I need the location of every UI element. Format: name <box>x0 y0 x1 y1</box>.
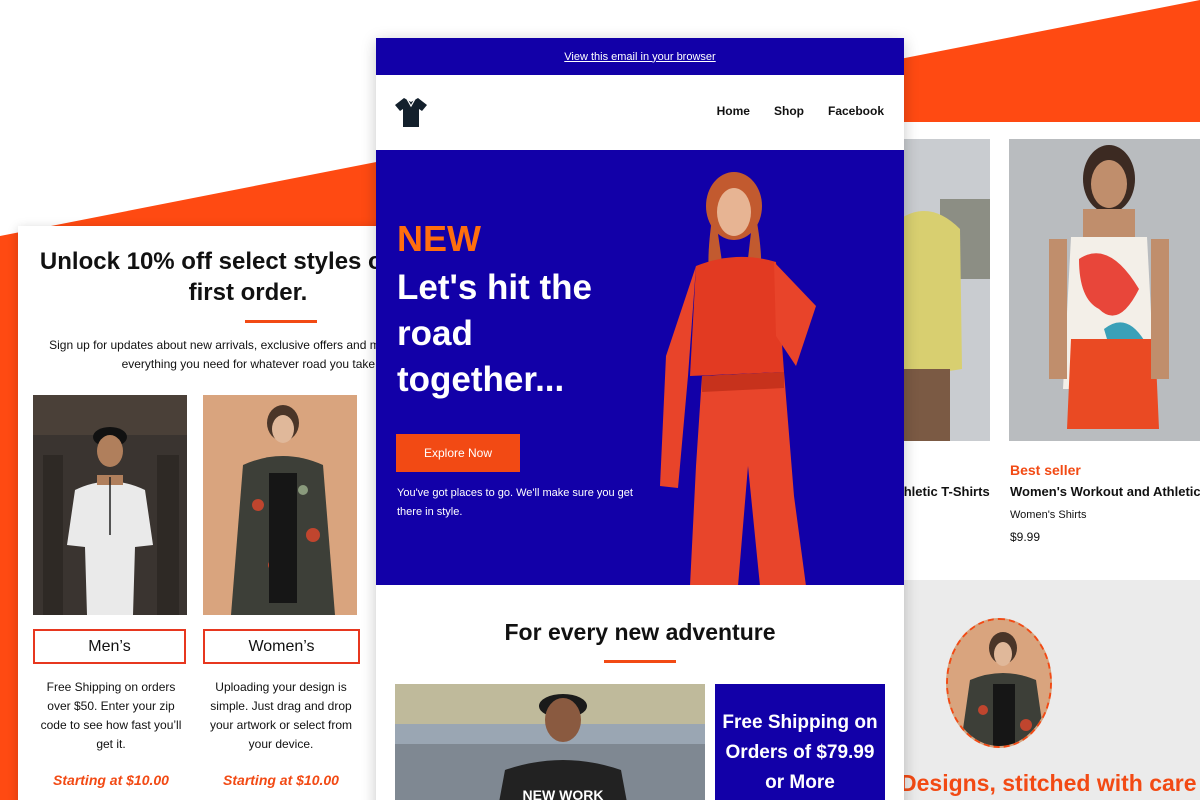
hero-eyebrow: NEW <box>397 218 481 259</box>
designs-section: Designs, stitched with care <box>900 580 1200 800</box>
nav-shop[interactable]: Shop <box>774 104 804 118</box>
section-title: For every new adventure <box>504 619 776 645</box>
section-underline <box>604 660 676 663</box>
center-email-preview: View this email in your browser Home Sho… <box>376 38 904 800</box>
signup-description: Sign up for updates about new arrivals, … <box>49 338 398 371</box>
mens-button[interactable]: Men’s <box>33 629 186 664</box>
athletic-tshirts-name[interactable]: Athletic T-Shirts <box>900 484 990 499</box>
product-category: Women's Shirts <box>1010 509 1087 521</box>
hero-subtext: You've got places to go. We'll make sure… <box>397 487 633 518</box>
nav-home[interactable]: Home <box>717 104 750 118</box>
tagline: Designs, stitched with care <box>900 770 1197 796</box>
mens-price: Starting at $10.00 <box>53 772 169 788</box>
womens-workout-name[interactable]: Women's Workout and Athletic <box>1010 484 1200 499</box>
product-price: $9.99 <box>1010 530 1041 544</box>
explore-now-button[interactable]: Explore Now <box>396 434 520 472</box>
womens-column: Women’s Uploading your design is simple.… <box>203 395 360 788</box>
signup-offer-title: Unlock 10% off select styles on your fir… <box>39 248 398 306</box>
mens-column: Men’s Free Shipping on orders over $50. … <box>33 395 189 788</box>
womens-workout-photo <box>1009 139 1200 441</box>
hero-headline: Let's hit the road together... <box>397 268 592 399</box>
header-nav: Home Shop Facebook <box>717 104 884 118</box>
best-seller-badge: Best seller <box>1010 462 1081 478</box>
athletic-tshirt-photo <box>900 139 990 441</box>
title-underline <box>245 320 317 323</box>
womens-photo <box>203 395 357 615</box>
womens-blurb: Uploading your design is simple. Just dr… <box>209 680 353 751</box>
free-shipping-promo: Free Shipping on Orders of $79.99 or Mor… <box>715 684 885 800</box>
email-header: Home Shop Facebook <box>376 75 904 150</box>
nav-facebook[interactable]: Facebook <box>828 104 884 118</box>
avatar <box>946 618 1052 748</box>
mens-blurb: Free Shipping on orders over $50. Enter … <box>40 680 182 751</box>
shirt-print-text: NEW WORK <box>523 787 604 800</box>
mens-photo <box>33 395 187 615</box>
tshirt-logo-icon[interactable] <box>394 96 428 128</box>
view-in-browser-link[interactable]: View this email in your browser <box>564 51 715 63</box>
right-email-preview: Best seller Athletic T-Shirts Women's Wo… <box>900 122 1200 800</box>
hero-model-image <box>660 172 816 585</box>
left-email-preview: Unlock 10% off select styles on your fir… <box>18 226 398 800</box>
browser-view-bar: View this email in your browser <box>376 38 904 75</box>
womens-price: Starting at $10.00 <box>223 772 339 788</box>
hero-banner: NEW Let's hit the road together... Explo… <box>376 150 904 585</box>
womens-button[interactable]: Women’s <box>203 629 360 664</box>
adventure-photo: NEW WORK <box>395 684 705 800</box>
